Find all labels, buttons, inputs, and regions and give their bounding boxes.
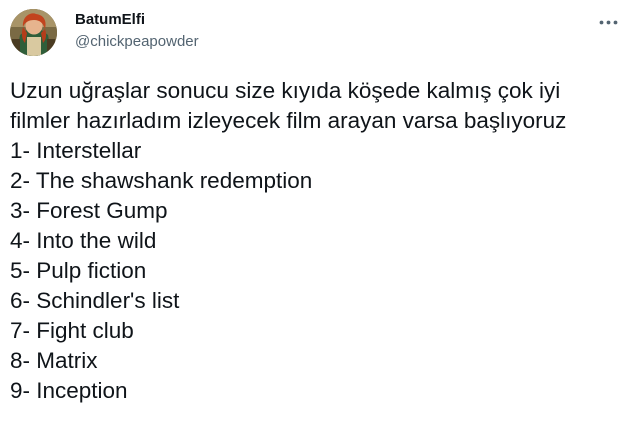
author-display-name[interactable]: BatumElfi	[75, 10, 199, 30]
tweet-list-item: 5- Pulp fiction	[10, 258, 147, 283]
tweet-text: Uzun uğraşlar sonucu size kıyıda köşede …	[10, 76, 630, 406]
tweet-header: BatumElfi @chickpeapowder	[75, 10, 199, 52]
tweet-card: BatumElfi @chickpeapowder Uzun uğraşlar …	[0, 0, 635, 422]
avatar-image	[10, 9, 57, 56]
author-handle[interactable]: @chickpeapowder	[75, 32, 199, 52]
tweet-list-item: 1- Interstellar	[10, 138, 142, 163]
tweet-list-item: 8- Matrix	[10, 348, 98, 373]
more-options-button[interactable]	[597, 11, 619, 33]
tweet-text-line: Uzun uğraşlar sonucu size kıyıda köşede …	[10, 78, 561, 103]
tweet-list-item: 4- Into the wild	[10, 228, 157, 253]
tweet-list-item: 9- Inception	[10, 378, 128, 403]
more-options-icon	[599, 20, 617, 24]
author-avatar[interactable]	[10, 9, 57, 56]
tweet-list-item: 3- Forest Gump	[10, 198, 168, 223]
tweet-text-line: filmler hazırladım izleyecek film arayan…	[10, 108, 567, 133]
tweet-list-item: 7- Fight club	[10, 318, 134, 343]
tweet-list-item: 2- The shawshank redemption	[10, 168, 313, 193]
tweet-list-item: 6- Schindler's list	[10, 288, 180, 313]
